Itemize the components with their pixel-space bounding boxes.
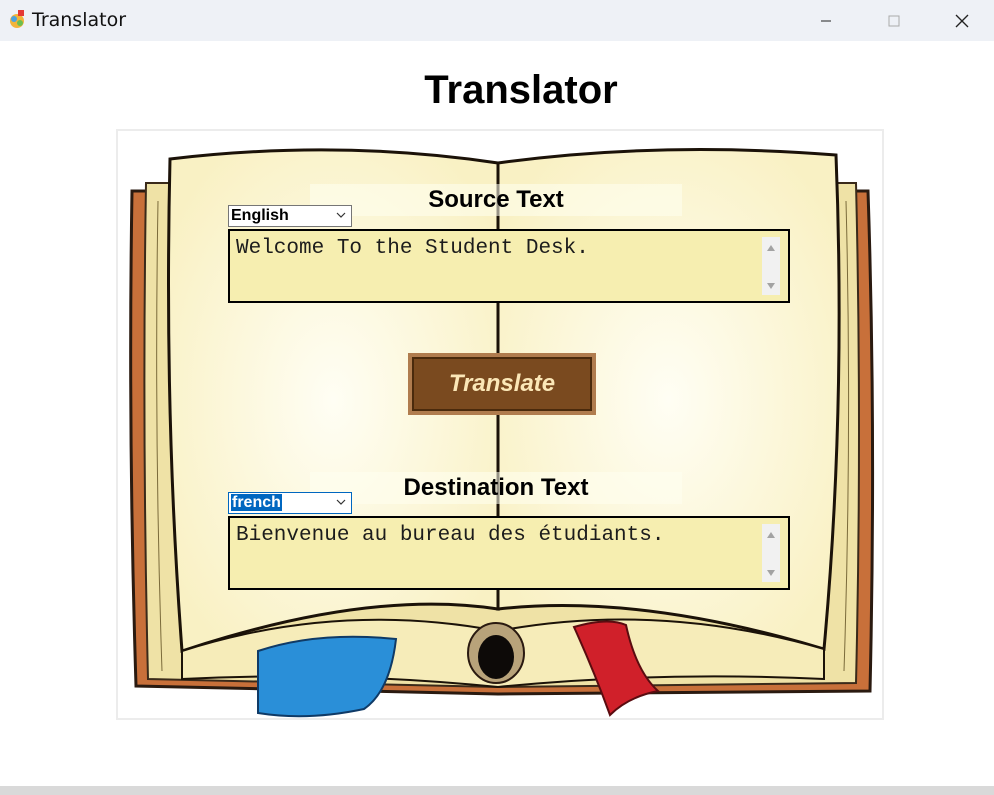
chevron-down-icon <box>336 212 346 218</box>
source-scrollbar[interactable] <box>762 237 780 295</box>
close-button[interactable] <box>928 0 994 41</box>
page-title: Translator <box>424 68 618 112</box>
source-language-select[interactable]: English <box>228 205 352 227</box>
app-icon <box>10 10 24 28</box>
source-text-value: Welcome To the Student Desk. <box>236 237 589 260</box>
translate-button[interactable]: Translate <box>408 353 596 415</box>
minimize-icon <box>821 20 831 21</box>
destination-text-area[interactable]: Bienvenue au bureau des étudiants. <box>228 516 790 590</box>
source-text-area[interactable]: Welcome To the Student Desk. <box>228 229 790 303</box>
scroll-up-icon[interactable] <box>762 528 780 542</box>
destination-text-value: Bienvenue au bureau des étudiants. <box>236 524 665 547</box>
window-title: Translator <box>32 9 127 31</box>
source-language-value: English <box>231 207 289 224</box>
maximize-icon <box>888 15 900 26</box>
scroll-down-icon[interactable] <box>762 566 780 580</box>
scroll-down-icon[interactable] <box>762 279 780 293</box>
destination-text-heading: Destination Text <box>310 472 682 504</box>
destination-language-value: french <box>231 494 282 511</box>
maximize-button[interactable] <box>860 0 928 41</box>
destination-scrollbar[interactable] <box>762 524 780 582</box>
close-icon <box>955 14 969 27</box>
destination-language-select[interactable]: french <box>228 492 352 514</box>
window-bottom-edge <box>0 786 994 795</box>
translate-button-label: Translate <box>448 370 556 397</box>
minimize-button[interactable] <box>792 0 860 41</box>
source-text-heading: Source Text <box>310 184 682 216</box>
title-bar: Translator <box>0 0 994 41</box>
scroll-up-icon[interactable] <box>762 241 780 255</box>
chevron-down-icon <box>336 499 346 505</box>
